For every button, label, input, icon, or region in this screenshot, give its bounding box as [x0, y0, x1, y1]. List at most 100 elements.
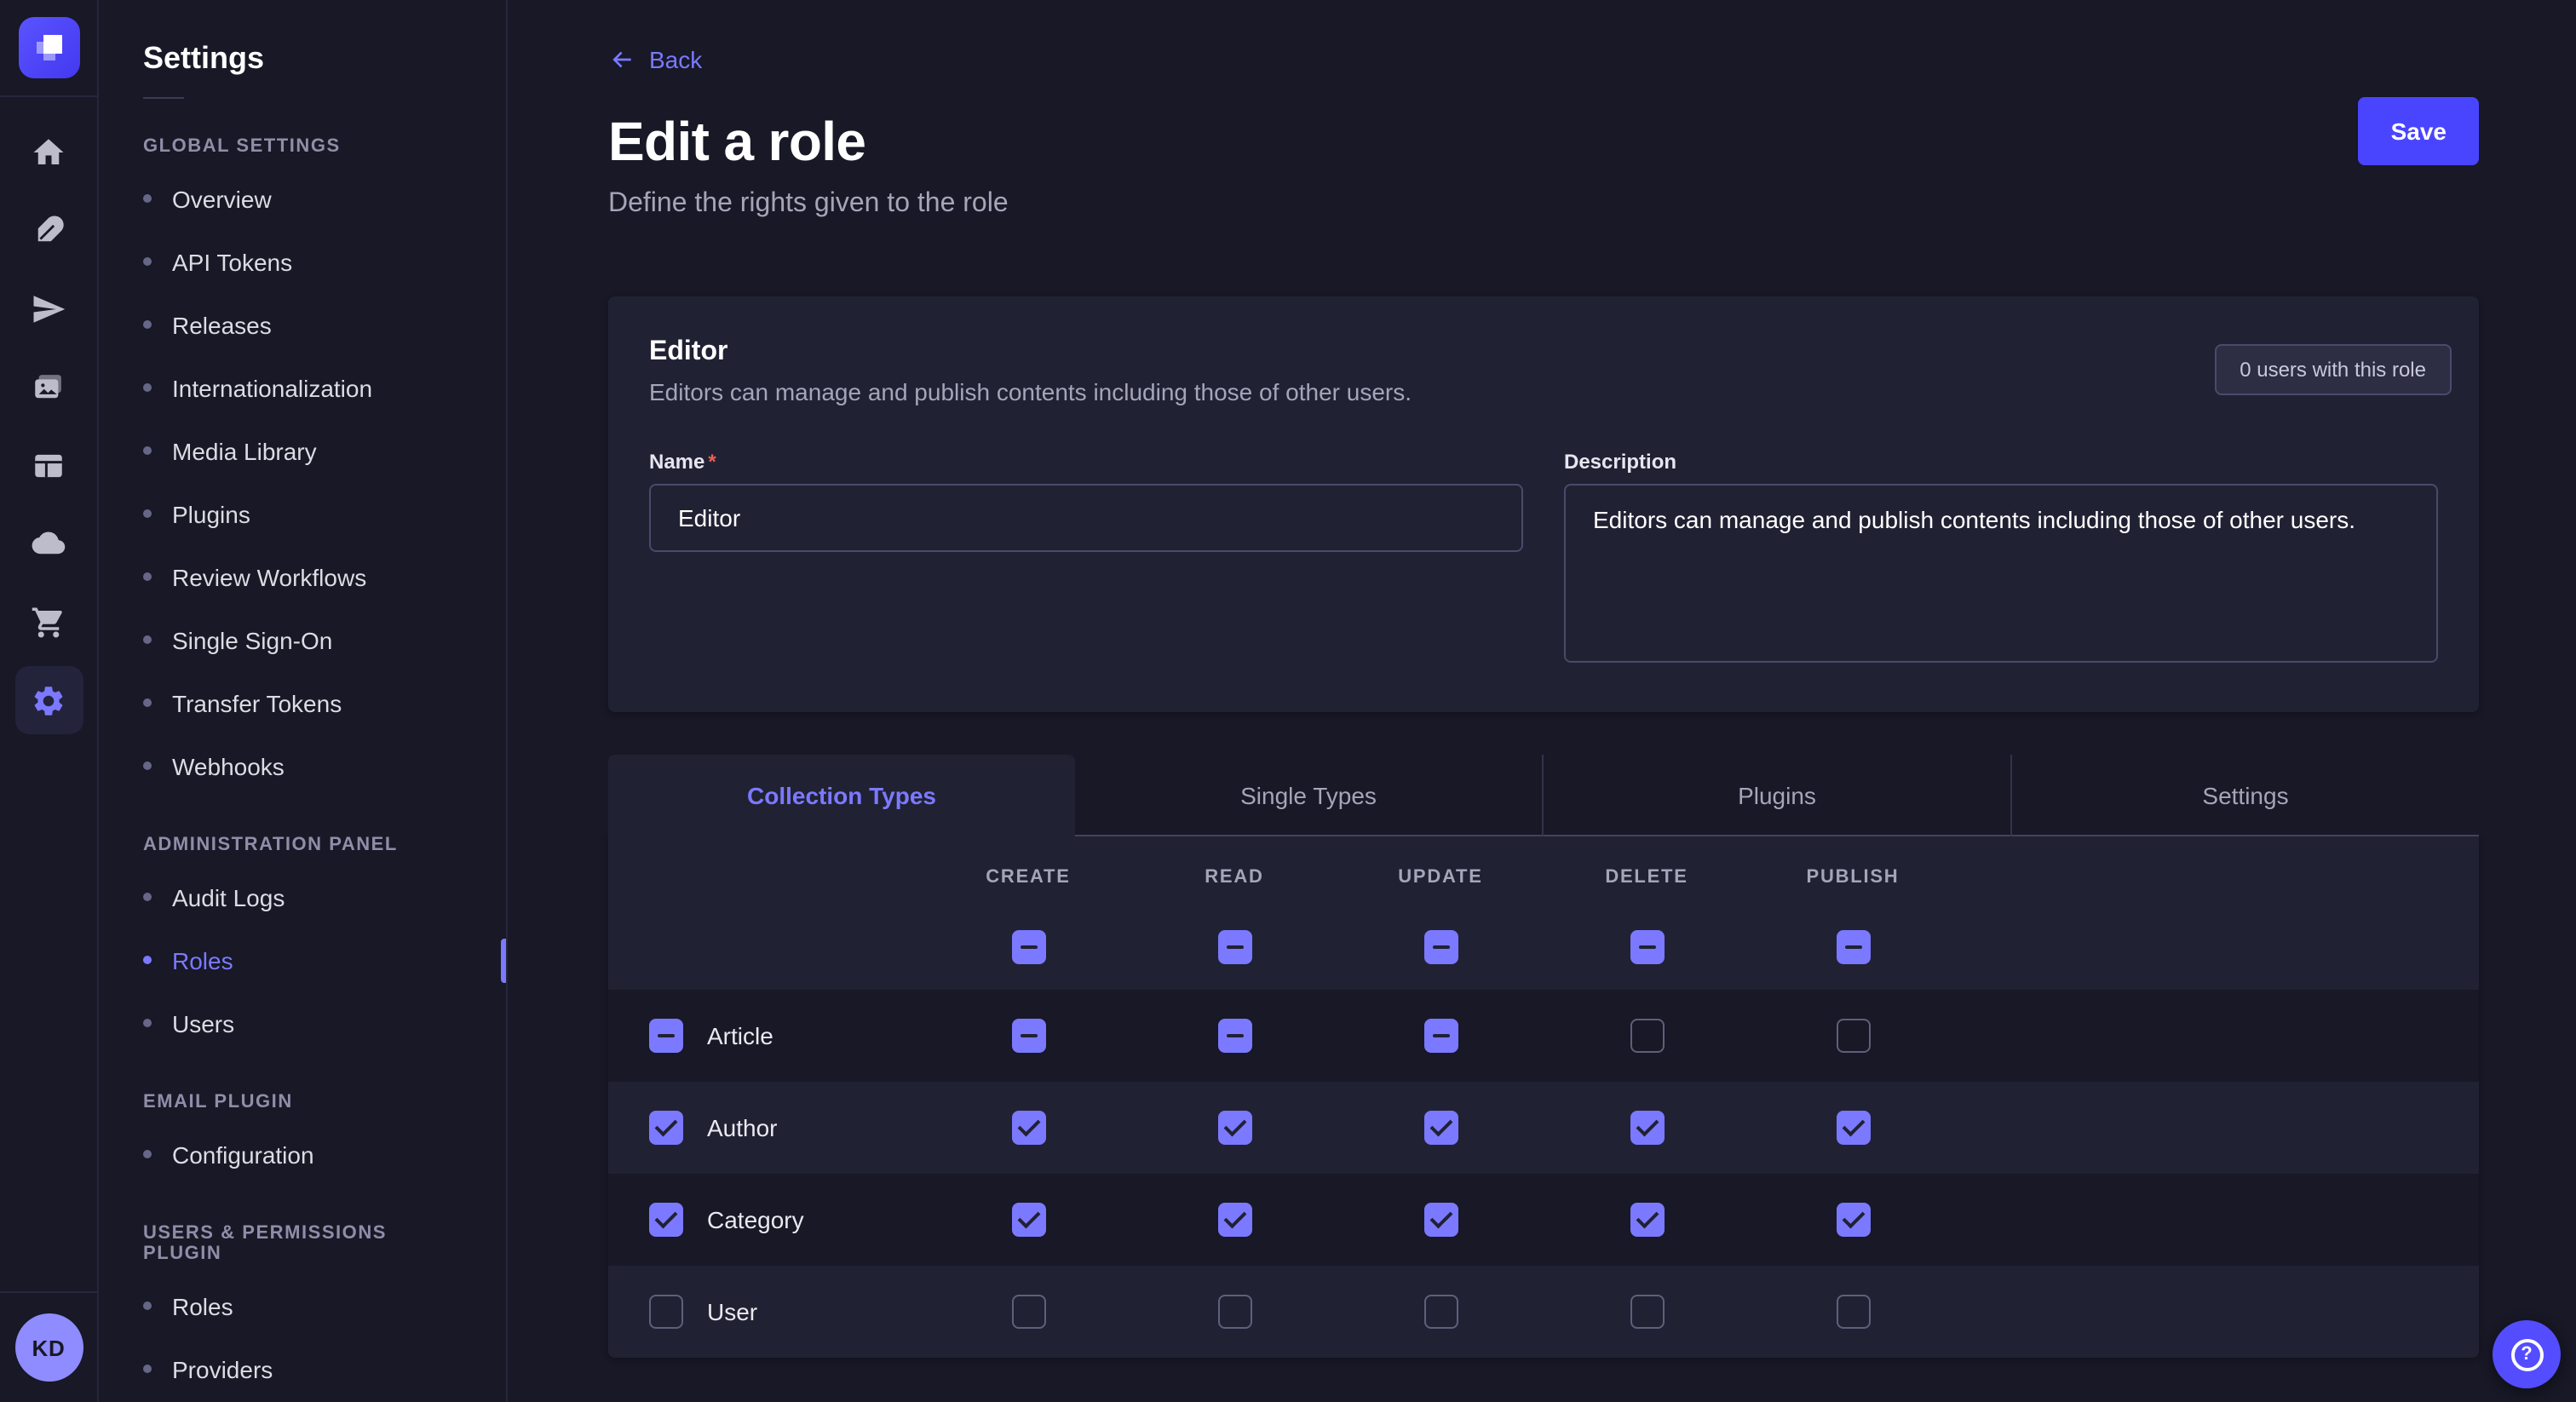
row-checkbox[interactable] — [649, 1203, 683, 1237]
section-items: Audit Logs Roles Users — [99, 865, 506, 1054]
page-subtitle: Define the rights given to the role — [608, 189, 2479, 220]
nav-content-manager[interactable] — [14, 196, 83, 264]
images-icon — [31, 369, 66, 405]
bullet-icon — [143, 572, 152, 581]
nav-home[interactable] — [14, 118, 83, 186]
sidebar-item-label: Webhooks — [172, 752, 285, 779]
tab-single-types[interactable]: Single Types — [1075, 755, 1542, 836]
sidebar-item-label: Configuration — [172, 1141, 314, 1168]
sidebar-item-api-tokens[interactable]: API Tokens — [99, 230, 506, 293]
sidebar-item-configuration[interactable]: Configuration — [99, 1123, 506, 1186]
nav-settings[interactable] — [14, 666, 83, 734]
bullet-icon — [143, 383, 152, 392]
delete-checkbox[interactable] — [1630, 1111, 1664, 1145]
create-checkbox[interactable] — [1011, 1019, 1045, 1053]
sidebar-item-label: Overview — [172, 185, 272, 212]
section-items: Overview API Tokens Releases Internation… — [99, 167, 506, 797]
nav-cloud[interactable] — [14, 509, 83, 577]
row-checkbox[interactable] — [649, 1019, 683, 1053]
nav-marketplace[interactable] — [14, 588, 83, 656]
read-checkbox[interactable] — [1217, 1203, 1251, 1237]
permissions-tabs: Collection Types Single Types Plugins Se… — [608, 755, 2479, 836]
nav-content-type-builder[interactable] — [14, 431, 83, 499]
page-title: Edit a role — [608, 111, 2479, 174]
publish-checkbox[interactable] — [1836, 1111, 1870, 1145]
sidebar-item-releases[interactable]: Releases — [99, 293, 506, 356]
publish-checkbox[interactable] — [1836, 1203, 1870, 1237]
bullet-icon — [143, 893, 152, 901]
question-mark-icon: ? — [2510, 1338, 2543, 1370]
select-all-update-checkbox[interactable] — [1423, 930, 1458, 964]
sidebar-item-overview[interactable]: Overview — [99, 167, 506, 230]
sidebar-item-roles[interactable]: Roles — [99, 928, 506, 991]
back-link[interactable]: Back — [608, 46, 702, 73]
permissions-card: Collection Types Single Types Plugins Se… — [608, 755, 2479, 1358]
select-all-row — [608, 905, 2479, 990]
sidebar-item-providers[interactable]: Providers — [99, 1337, 506, 1400]
update-checkbox[interactable] — [1423, 1295, 1458, 1329]
help-button[interactable]: ? — [2493, 1320, 2561, 1388]
sidebar-item-label: Review Workflows — [172, 563, 366, 590]
strapi-logo-icon — [18, 17, 79, 78]
description-textarea[interactable] — [1564, 484, 2438, 663]
select-all-read-checkbox[interactable] — [1217, 930, 1251, 964]
strapi-logo[interactable] — [18, 17, 79, 78]
bullet-icon — [143, 1365, 152, 1373]
sidebar-item-internationalization[interactable]: Internationalization — [99, 356, 506, 419]
sidebar-item-users[interactable]: Users — [99, 991, 506, 1054]
tab-settings[interactable]: Settings — [2010, 755, 2479, 836]
sidebar-item-plugins[interactable]: Plugins — [99, 482, 506, 545]
delete-checkbox[interactable] — [1630, 1295, 1664, 1329]
update-checkbox[interactable] — [1423, 1203, 1458, 1237]
select-all-delete-checkbox[interactable] — [1630, 930, 1664, 964]
feather-icon — [31, 212, 66, 248]
tab-label: Single Types — [1240, 781, 1377, 808]
sidebar-item-review-workflows[interactable]: Review Workflows — [99, 545, 506, 608]
avatar[interactable]: KD — [14, 1313, 83, 1382]
tab-collection-types[interactable]: Collection Types — [608, 755, 1075, 836]
back-label: Back — [649, 46, 702, 73]
read-checkbox[interactable] — [1217, 1295, 1251, 1329]
section-label: GLOBAL SETTINGS — [143, 136, 462, 157]
bullet-icon — [143, 1301, 152, 1310]
sidebar-item-media-library[interactable]: Media Library — [99, 419, 506, 482]
save-button[interactable]: Save — [2359, 97, 2479, 165]
row-label: User — [707, 1298, 757, 1325]
sidebar-item-webhooks[interactable]: Webhooks — [99, 734, 506, 797]
create-checkbox[interactable] — [1011, 1111, 1045, 1145]
description-field-group: Description — [1564, 450, 2438, 671]
delete-checkbox[interactable] — [1630, 1019, 1664, 1053]
section-administration-panel: ADMINISTRATION PANEL Audit Logs Roles Us… — [99, 835, 506, 1054]
publish-checkbox[interactable] — [1836, 1295, 1870, 1329]
select-all-publish-checkbox[interactable] — [1836, 930, 1870, 964]
nav-deployments[interactable] — [14, 274, 83, 342]
table-row-category: Category — [608, 1174, 2479, 1266]
bullet-icon — [143, 320, 152, 329]
read-checkbox[interactable] — [1217, 1019, 1251, 1053]
row-checkbox[interactable] — [649, 1111, 683, 1145]
read-checkbox[interactable] — [1217, 1111, 1251, 1145]
sidebar-item-label: API Tokens — [172, 248, 292, 275]
bullet-icon — [143, 761, 152, 770]
sidebar-item-transfer-tokens[interactable]: Transfer Tokens — [99, 671, 506, 734]
column-headers-row: CREATE READ UPDATE DELETE PUBLISH — [608, 836, 2479, 905]
row-checkbox[interactable] — [649, 1295, 683, 1329]
sidebar-item-single-sign-on[interactable]: Single Sign-On — [99, 608, 506, 671]
section-items: Roles Providers — [99, 1274, 506, 1400]
name-input[interactable] — [649, 484, 1523, 552]
layout-icon — [31, 447, 66, 483]
select-all-create-checkbox[interactable] — [1011, 930, 1045, 964]
publish-checkbox[interactable] — [1836, 1019, 1870, 1053]
sidebar-item-up-roles[interactable]: Roles — [99, 1274, 506, 1337]
create-checkbox[interactable] — [1011, 1203, 1045, 1237]
row-label: Category — [707, 1206, 804, 1233]
update-checkbox[interactable] — [1423, 1111, 1458, 1145]
sidebar-item-audit-logs[interactable]: Audit Logs — [99, 865, 506, 928]
delete-checkbox[interactable] — [1630, 1203, 1664, 1237]
tab-plugins[interactable]: Plugins — [1542, 755, 2010, 836]
main-content: Back Edit a role Define the rights given… — [508, 0, 2576, 1402]
create-checkbox[interactable] — [1011, 1295, 1045, 1329]
cloud-icon — [31, 526, 66, 561]
update-checkbox[interactable] — [1423, 1019, 1458, 1053]
nav-media-library[interactable] — [14, 353, 83, 421]
